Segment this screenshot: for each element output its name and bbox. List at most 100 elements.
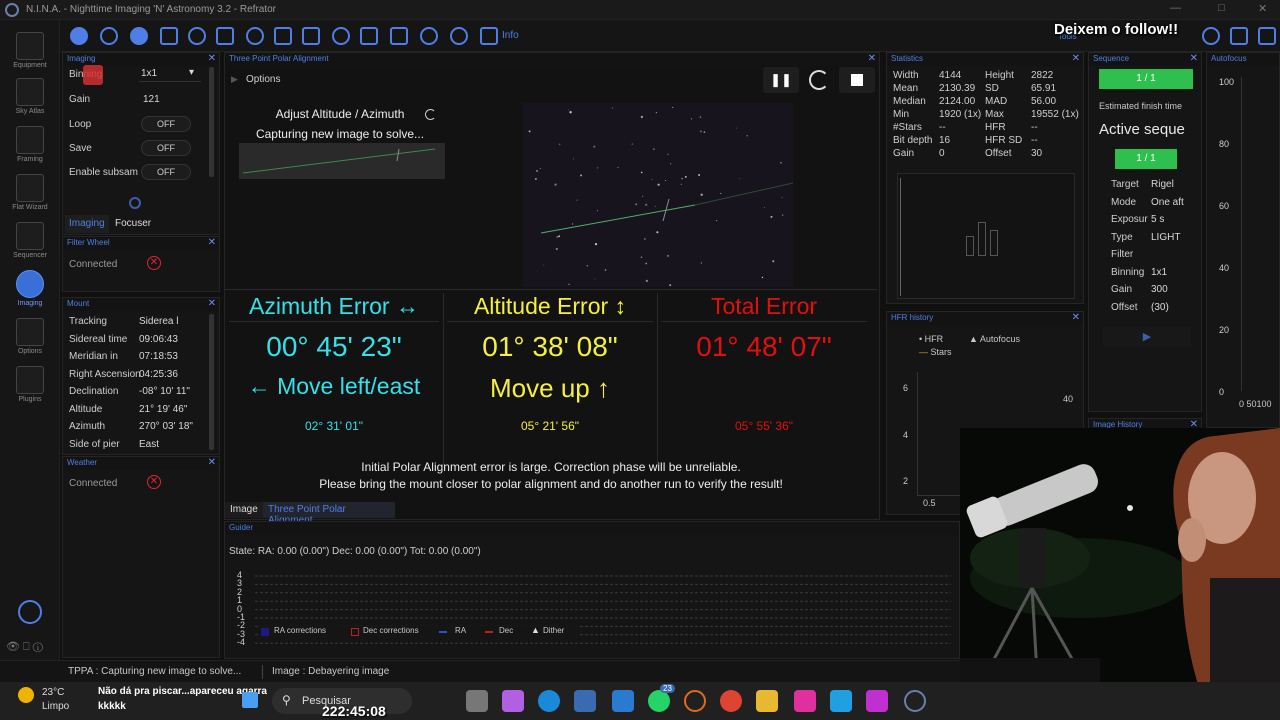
- close-icon[interactable]: ✕: [208, 298, 216, 309]
- nav-sequencer[interactable]: Sequencer: [0, 222, 60, 259]
- maximize-icon[interactable]: □: [1218, 2, 1225, 14]
- flat-wizard-icon: [16, 174, 44, 202]
- whatsapp-icon[interactable]: [648, 690, 670, 712]
- stop-button[interactable]: [839, 67, 875, 93]
- focuser-icon[interactable]: [130, 27, 148, 45]
- star: [543, 264, 545, 266]
- gain-input[interactable]: 121: [143, 94, 160, 105]
- nav-framing[interactable]: Framing: [0, 126, 60, 163]
- nav-imaging[interactable]: Imaging: [0, 270, 60, 307]
- close-icon[interactable]: ✕: [1190, 53, 1198, 64]
- pause-button[interactable]: ❚❚: [763, 67, 799, 93]
- capture-button[interactable]: [129, 197, 141, 209]
- tab-image[interactable]: Image: [225, 502, 263, 518]
- total-error-value: 01° 48' 07": [696, 331, 832, 362]
- record-icon: [83, 65, 103, 85]
- nav-flat-wizard[interactable]: Flat Wizard: [0, 174, 60, 211]
- rotator-icon[interactable]: [188, 27, 206, 45]
- status-bar: TPPA : Capturing new image to solve... I…: [0, 660, 960, 682]
- disconnected-icon[interactable]: ✕: [147, 256, 161, 270]
- wave-icon[interactable]: [420, 27, 438, 45]
- altitude-hint: Move up ↑: [490, 373, 610, 403]
- loop-toggle[interactable]: OFF: [141, 116, 191, 132]
- shield-icon[interactable]: [480, 27, 498, 45]
- nav-plugins[interactable]: Plugins: [0, 366, 60, 403]
- close-icon[interactable]: ✕: [208, 457, 216, 468]
- history-icon[interactable]: [1202, 27, 1220, 45]
- save-toggle[interactable]: OFF: [141, 140, 191, 156]
- dome-icon[interactable]: [332, 27, 350, 45]
- panel-header: Statistics ✕: [887, 53, 1083, 66]
- nav-sky-atlas[interactable]: Sky Atlas: [0, 78, 60, 115]
- house-icon[interactable]: [360, 27, 378, 45]
- close-icon[interactable]: ✕: [208, 53, 216, 64]
- copilot-icon[interactable]: [502, 690, 524, 712]
- scrollbar[interactable]: [209, 314, 214, 450]
- grid-icon[interactable]: [1258, 27, 1276, 45]
- edge-icon[interactable]: [538, 690, 560, 712]
- crop-icon[interactable]: [160, 27, 178, 45]
- close-icon[interactable]: ✕: [868, 53, 876, 64]
- folder-icon[interactable]: [756, 690, 778, 712]
- bar-chart-icon[interactable]: [390, 27, 408, 45]
- azimuth-error-value: 00° 45' 23": [266, 331, 402, 362]
- store-icon[interactable]: [574, 690, 596, 712]
- legend-dec-line: [485, 631, 493, 633]
- framing-icon: [16, 126, 44, 154]
- layout-icon[interactable]: [1230, 27, 1248, 45]
- info-tab[interactable]: Info: [502, 30, 519, 41]
- stop-icon: [851, 74, 863, 86]
- windows-start-icon[interactable]: [242, 692, 258, 708]
- stat-value: 16: [939, 135, 951, 146]
- nav-options[interactable]: Options: [0, 318, 60, 355]
- task-view-icon[interactable]: [466, 690, 488, 712]
- scrollbar[interactable]: [209, 67, 214, 177]
- tab-imaging[interactable]: Imaging: [65, 215, 109, 233]
- filter-wheel-status: Connected: [69, 259, 118, 270]
- close-icon[interactable]: ✕: [1072, 53, 1080, 64]
- stat-label: Offset: [985, 148, 1012, 159]
- guider-icon[interactable]: [246, 27, 264, 45]
- tab-three-point-polar-alignment[interactable]: Three Point Polar Alignment: [263, 502, 395, 526]
- minimize-icon[interactable]: —: [1170, 2, 1181, 14]
- binning-select[interactable]: 1x1 ▾: [139, 66, 201, 82]
- histogram-spike: [900, 178, 901, 296]
- app-icon[interactable]: [612, 690, 634, 712]
- nav-equipment[interactable]: Equipment: [0, 32, 60, 69]
- play-button[interactable]: ▶: [1103, 327, 1191, 347]
- chrome-icon[interactable]: [720, 690, 742, 712]
- origin-icon[interactable]: [684, 690, 706, 712]
- hfr-y-6: 6: [903, 383, 909, 393]
- close-icon[interactable]: ✕: [208, 237, 216, 248]
- list-icon[interactable]: [274, 27, 292, 45]
- subsample-toggle[interactable]: OFF: [141, 164, 191, 180]
- star: [772, 260, 775, 263]
- azimuth-hint: ← Move left/east: [247, 373, 421, 399]
- filter-wheel-icon[interactable]: [100, 27, 118, 45]
- app4-icon[interactable]: [866, 690, 888, 712]
- nina-taskbar-icon[interactable]: [904, 690, 926, 712]
- disconnected-icon[interactable]: ✕: [147, 475, 161, 489]
- nav-label: Plugins: [18, 396, 42, 403]
- telescope-toolbar-icon[interactable]: [216, 27, 234, 45]
- legend-dec-corrections: Dec corrections: [363, 626, 419, 635]
- sliders-icon[interactable]: [302, 27, 320, 45]
- gear-icon: [16, 318, 44, 346]
- sequence-row-value: (30): [1151, 301, 1169, 313]
- imaging-icon: [16, 270, 44, 298]
- webcam-overlay: [960, 428, 1280, 720]
- close-window-icon[interactable]: ✕: [1258, 2, 1267, 15]
- weather-sun-icon[interactable]: [18, 687, 34, 703]
- power-icon[interactable]: [18, 600, 42, 624]
- star: [576, 199, 578, 201]
- camera-icon[interactable]: [70, 27, 88, 45]
- bulb-icon[interactable]: [450, 27, 468, 45]
- star: [684, 175, 687, 178]
- star: [580, 174, 583, 177]
- options-label[interactable]: Options: [246, 74, 280, 85]
- expand-icon[interactable]: ▶: [231, 74, 238, 85]
- app3-icon[interactable]: [830, 690, 852, 712]
- tab-focuser[interactable]: Focuser: [111, 215, 155, 233]
- close-icon[interactable]: ✕: [1072, 312, 1080, 323]
- app2-icon[interactable]: [794, 690, 816, 712]
